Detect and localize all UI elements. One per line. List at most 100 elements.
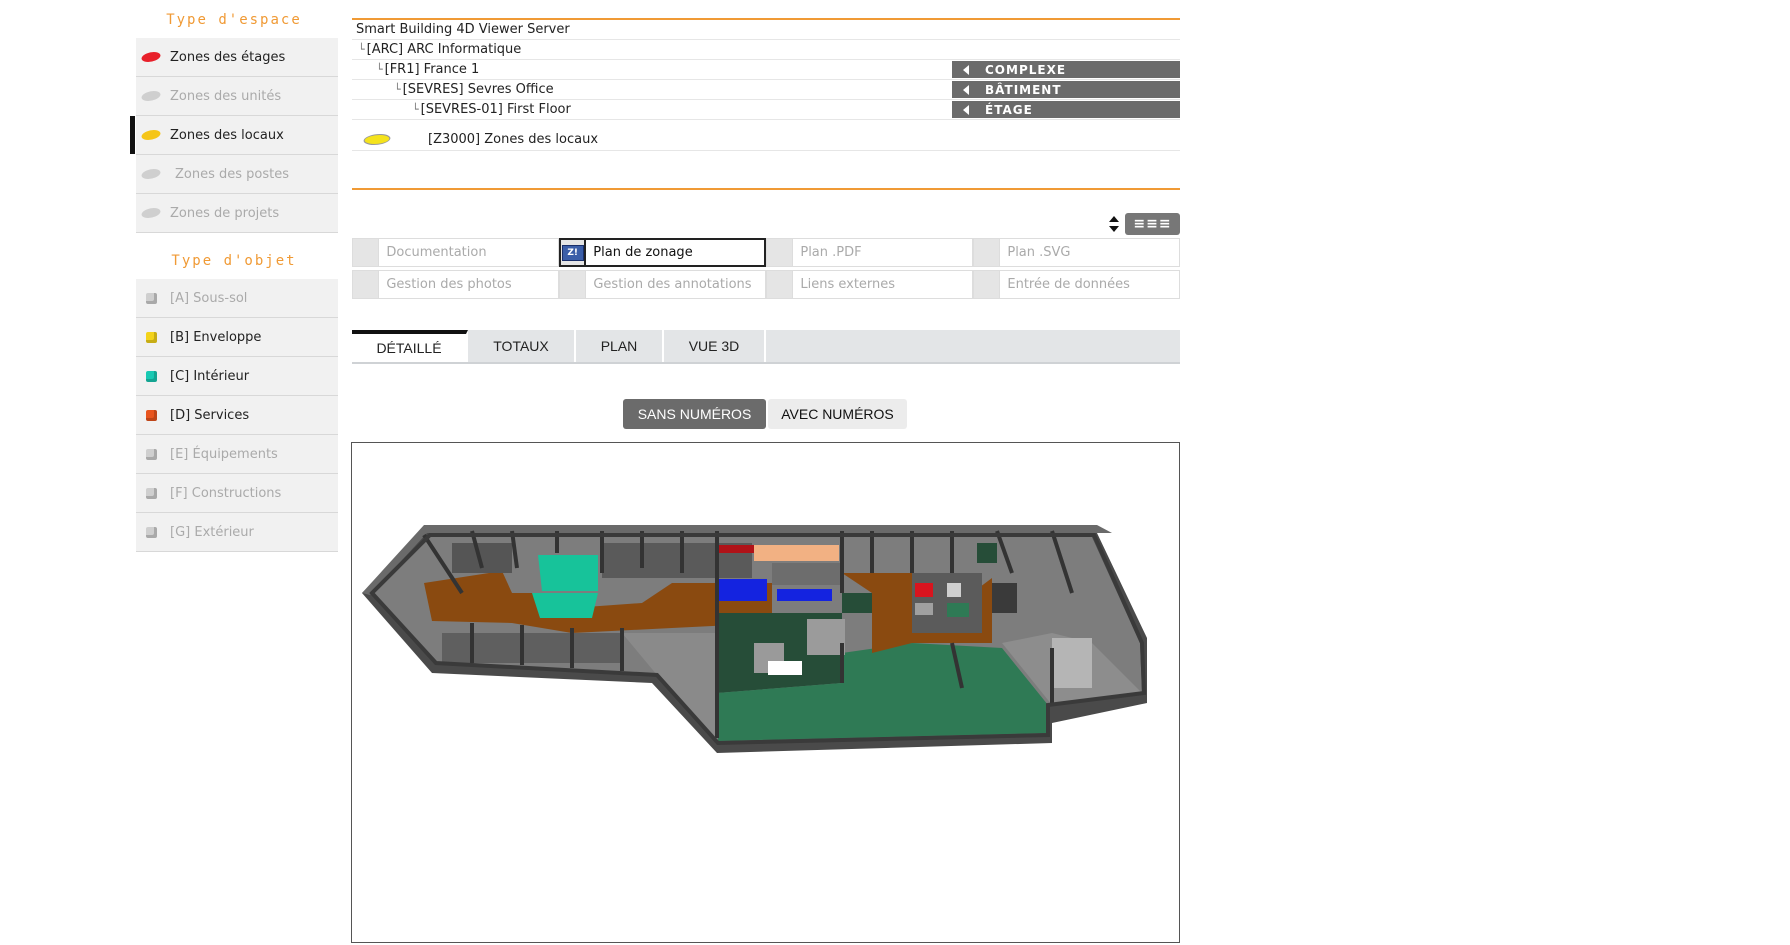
sort-arrows-icon[interactable] [1108,215,1120,233]
doc-plan-pdf[interactable]: Plan .PDF [766,238,973,267]
object-item-services[interactable]: [D] Services [136,396,338,435]
doc-zoning-plan[interactable]: Z! Plan de zonage [559,238,766,267]
list-view-button[interactable]: ≡≡≡ [1125,213,1180,235]
tree-row-zone[interactable]: [Z3000] Zones des locaux [352,128,1180,151]
tab-totals[interactable]: TOTAUX [468,330,576,362]
floor-button-label: ÉTAGE [985,102,1033,117]
tree-complex-label: [FR1] France 1 [384,62,480,77]
yellow-zone-icon [360,133,394,145]
tree-branch-icon: └ [394,83,401,96]
building-button-label: BÂTIMENT [985,82,1062,97]
doc-icon-placeholder [766,238,794,267]
object-item-label: [A] Sous-sol [170,290,248,306]
doc-label: Documentation [379,238,559,267]
doc-documentation[interactable]: Documentation [352,238,559,267]
red-room [915,583,933,597]
teal-room [538,555,598,591]
tree-row-building[interactable]: └ [SEVRES] Sevres Office BÂTIMENT [352,80,1180,100]
triangle-left-icon [963,104,969,115]
tab-detailed[interactable]: DÉTAILLÉ [352,330,468,362]
doc-photos[interactable]: Gestion des photos [352,270,559,299]
red-room [718,545,754,553]
object-item-interior[interactable]: [C] Intérieur [136,357,338,396]
triangle-left-icon [963,84,969,95]
green-room [947,603,969,617]
object-item-equipment[interactable]: [E] Équipements [136,435,338,474]
space-item-projects[interactable]: Zones de projets [136,194,338,233]
grey-zone-icon [139,208,163,218]
grey-cube-icon [145,487,157,499]
object-item-basement[interactable]: [A] Sous-sol [136,279,338,318]
doc-label: Gestion des annotations [586,270,766,299]
doc-label: Plan .PDF [793,238,973,267]
grey-cube-icon [145,526,157,538]
grey-cube-icon [145,292,157,304]
doc-annotations[interactable]: Gestion des annotations [559,270,766,299]
with-numbers-button[interactable]: AVEC NUMÉROS [768,399,907,429]
doc-label: Gestion des photos [379,270,559,299]
space-item-floors[interactable]: Zones des étages [136,38,338,77]
space-type-list: Zones des étages Zones des unités Zones … [130,38,338,233]
object-item-exterior[interactable]: [G] Extérieur [136,513,338,552]
grey-cube-icon [145,448,157,460]
yellow-zone-icon [139,130,163,140]
list-view-icon: ≡≡≡ [1133,216,1172,232]
doc-label: Liens externes [793,270,973,299]
complex-button-label: COMPLEXE [985,62,1067,77]
object-item-constructions[interactable]: [F] Constructions [136,474,338,513]
blue-room [777,589,832,601]
orange-cube-icon [145,409,157,421]
location-tree: Smart Building 4D Viewer Server └ [ARC] … [352,18,1180,151]
object-item-label: [C] Intérieur [170,368,250,384]
tab-3d-view[interactable]: VUE 3D [664,330,766,362]
tree-zone-label: [Z3000] Zones des locaux [428,131,599,147]
tab-plan[interactable]: PLAN [576,330,664,362]
tree-floor-label: [SEVRES-01] First Floor [420,102,571,117]
red-zone-icon [139,52,163,62]
space-item-label: Zones des unités [170,88,282,104]
yellow-cube-icon [145,331,157,343]
peach-room [754,545,839,561]
without-numbers-button[interactable]: SANS NUMÉROS [623,399,766,429]
doc-icon-placeholder [559,270,587,299]
doc-plan-svg[interactable]: Plan .SVG [973,238,1180,267]
building-button[interactable]: BÂTIMENT [952,81,1180,98]
tree-row-floor[interactable]: └ [SEVRES-01] First Floor ÉTAGE [352,100,1180,120]
document-grid: Documentation Z! Plan de zonage Plan .PD… [352,238,1182,302]
object-item-label: [E] Équipements [170,446,278,462]
space-item-label: Zones des postes [175,166,290,182]
object-item-label: [D] Services [170,407,250,423]
doc-icon-placeholder [352,238,380,267]
object-type-list: [A] Sous-sol [B] Enveloppe [C] Intérieur… [136,279,338,552]
tree-row-complex[interactable]: └ [FR1] France 1 COMPLEXE [352,60,1180,80]
space-item-units[interactable]: Zones des unités [136,77,338,116]
space-item-label: Zones des étages [170,49,286,65]
blue-room [717,579,767,601]
doc-icon-placeholder [973,238,1001,267]
complex-button[interactable]: COMPLEXE [952,61,1180,78]
doc-data-entry[interactable]: Entrée de données [973,270,1180,299]
space-item-rooms[interactable]: Zones des locaux [130,116,338,155]
object-item-label: [B] Enveloppe [170,329,262,345]
doc-external-links[interactable]: Liens externes [766,270,973,299]
tree-row-org[interactable]: └ [ARC] ARC Informatique [352,40,1180,60]
grey-zone-icon [139,91,163,101]
teal-room [532,593,598,618]
tree-row-root[interactable]: Smart Building 4D Viewer Server [352,20,1180,40]
view-tabs: DÉTAILLÉ TOTAUX PLAN VUE 3D [352,330,1180,364]
space-item-label: Zones des locaux [170,127,284,143]
object-type-title: Type d'objet [171,253,297,269]
doc-icon-placeholder [352,270,380,299]
tree-branch-icon: └ [376,63,383,76]
doc-label: Entrée de données [1000,270,1180,299]
object-item-envelope[interactable]: [B] Enveloppe [136,318,338,357]
doc-label: Plan de zonage [586,238,766,267]
section-divider [352,188,1180,190]
floor-3d-viewer[interactable] [351,442,1180,943]
floor-button[interactable]: ÉTAGE [952,101,1180,118]
space-item-label: Zones de projets [170,205,280,221]
space-type-title: Type d'espace [166,12,302,28]
doc-icon-placeholder [973,270,1001,299]
doc-icon-placeholder [766,270,794,299]
space-item-workstations[interactable]: Zones des postes [136,155,338,194]
